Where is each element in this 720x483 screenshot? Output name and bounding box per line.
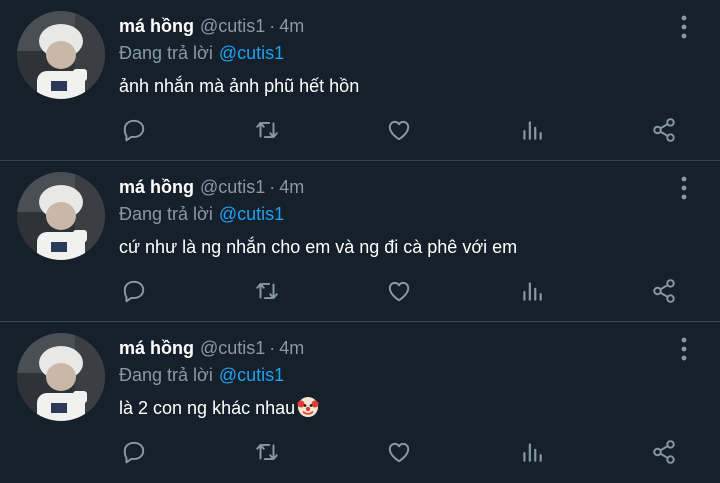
separator-dot: ·	[269, 177, 276, 197]
avatar[interactable]	[17, 11, 105, 99]
timestamp[interactable]: 4m	[279, 338, 304, 358]
tweet[interactable]: má hồng @cutis1 · 4m Đang trả lời @cutis1 ản…	[0, 0, 720, 161]
reply-icon[interactable]	[118, 275, 150, 307]
tweet-header: má hồng @cutis1 · 4m	[119, 336, 304, 360]
separator-dot: ·	[269, 16, 276, 36]
avatar[interactable]	[17, 172, 105, 260]
replying-to-label: Đang trả lời	[119, 43, 213, 63]
display-name[interactable]: má hồng	[119, 338, 194, 358]
tweet[interactable]: má hồng @cutis1 · 4m Đang trả lời @cutis1 là…	[0, 322, 720, 483]
reply-icon[interactable]	[118, 114, 150, 146]
more-icon[interactable]	[674, 14, 694, 40]
share-icon[interactable]	[648, 114, 680, 146]
timestamp[interactable]: 4m	[279, 16, 304, 36]
display-name[interactable]: má hồng	[119, 177, 194, 197]
heart-icon[interactable]	[383, 114, 415, 146]
retweet-icon[interactable]	[251, 114, 283, 146]
replying-to: Đang trả lời @cutis1	[119, 363, 284, 387]
tweet-header: má hồng @cutis1 · 4m	[119, 14, 304, 38]
display-name[interactable]: má hồng	[119, 16, 194, 36]
tweet-header: má hồng @cutis1 · 4m	[119, 175, 304, 199]
avatar-image	[17, 333, 105, 421]
tweet[interactable]: má hồng @cutis1 · 4m Đang trả lời @cutis1 cứ…	[0, 161, 720, 322]
timeline: má hồng @cutis1 · 4m Đang trả lời @cutis1 ản…	[0, 0, 720, 483]
avatar-image	[17, 11, 105, 99]
replying-to-handle[interactable]: @cutis1	[219, 365, 284, 385]
tweet-text-content: cứ như là ng nhắn cho em và ng đi cà phê…	[119, 237, 518, 257]
timestamp[interactable]: 4m	[279, 177, 304, 197]
user-handle[interactable]: @cutis1	[200, 338, 265, 358]
tweet-actions	[0, 114, 720, 146]
tweet-text: cứ như là ng nhắn cho em và ng đi cà phê…	[119, 234, 517, 260]
tweet-actions	[0, 275, 720, 307]
tweet-text: ảnh nhắn mà ảnh phũ hết hồn	[119, 73, 359, 99]
retweet-icon[interactable]	[251, 275, 283, 307]
retweet-icon[interactable]	[251, 436, 283, 468]
tweet-actions	[0, 436, 720, 468]
tweet-text-content: là 2 con ng khác nhau	[119, 398, 296, 418]
more-icon[interactable]	[674, 175, 694, 201]
analytics-icon[interactable]	[516, 114, 548, 146]
avatar-image	[17, 172, 105, 260]
clown-face-icon	[297, 396, 319, 418]
tweet-text-content: ảnh nhắn mà ảnh phũ hết hồn	[119, 76, 360, 96]
replying-to-handle[interactable]: @cutis1	[219, 204, 284, 224]
user-handle[interactable]: @cutis1	[200, 177, 265, 197]
replying-to-label: Đang trả lời	[119, 365, 213, 385]
replying-to: Đang trả lời @cutis1	[119, 41, 284, 65]
reply-icon[interactable]	[118, 436, 150, 468]
replying-to: Đang trả lời @cutis1	[119, 202, 284, 226]
separator-dot: ·	[269, 338, 276, 358]
share-icon[interactable]	[648, 275, 680, 307]
avatar[interactable]	[17, 333, 105, 421]
tweet-text: là 2 con ng khác nhau	[119, 395, 319, 421]
heart-icon[interactable]	[383, 436, 415, 468]
share-icon[interactable]	[648, 436, 680, 468]
replying-to-handle[interactable]: @cutis1	[219, 43, 284, 63]
replying-to-label: Đang trả lời	[119, 204, 213, 224]
heart-icon[interactable]	[383, 275, 415, 307]
analytics-icon[interactable]	[516, 436, 548, 468]
more-icon[interactable]	[674, 336, 694, 362]
analytics-icon[interactable]	[516, 275, 548, 307]
user-handle[interactable]: @cutis1	[200, 16, 265, 36]
